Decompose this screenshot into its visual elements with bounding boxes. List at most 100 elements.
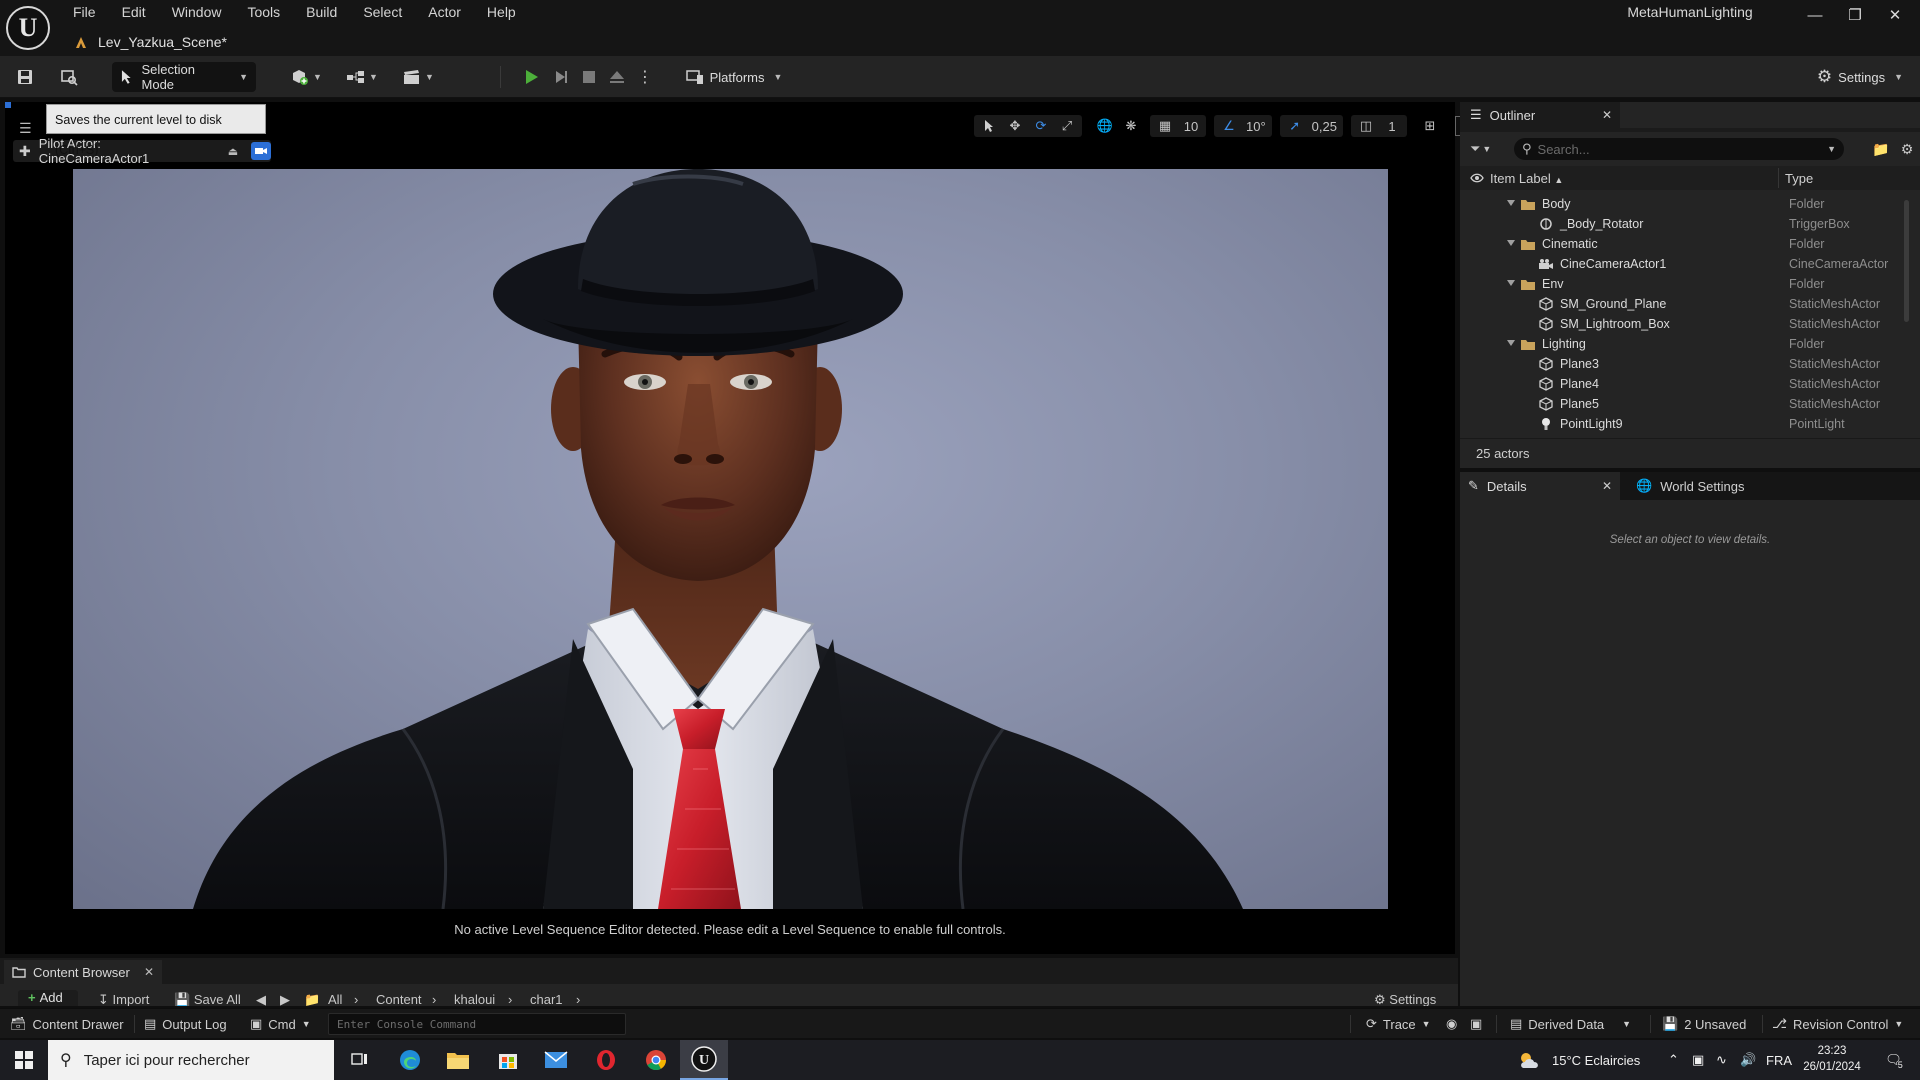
menu-tools[interactable]: Tools: [234, 0, 293, 24]
expand-arrow-icon[interactable]: [1507, 280, 1515, 286]
scale-snap-value[interactable]: 0,25: [1310, 115, 1339, 137]
derived-data-dropdown[interactable]: ▤ Derived Data ▼: [1510, 1009, 1631, 1039]
expand-arrow-icon[interactable]: [1507, 240, 1515, 246]
expand-arrow-icon[interactable]: [1507, 340, 1515, 346]
play-options-icon[interactable]: ⋮: [632, 62, 658, 92]
cmd-dropdown[interactable]: ▣ Cmd ▼: [250, 1009, 311, 1039]
eject-pilot-icon[interactable]: ⏏: [223, 145, 243, 158]
translate-tool-icon[interactable]: ✥: [1004, 115, 1026, 137]
camera-speed-icon[interactable]: ◫: [1355, 115, 1377, 137]
microsoft-store-icon[interactable]: [484, 1040, 532, 1080]
minimize-icon[interactable]: —: [1795, 4, 1835, 28]
restore-icon[interactable]: ❐: [1835, 4, 1875, 28]
rotate-tool-icon[interactable]: ⟳: [1030, 115, 1052, 137]
eject-button[interactable]: [604, 62, 630, 92]
surface-snap-icon[interactable]: ❋: [1120, 115, 1142, 137]
close-icon[interactable]: ✕: [144, 965, 154, 979]
visibility-eye-icon[interactable]: [1470, 171, 1484, 185]
filter-dropdown[interactable]: ⏷ ▼: [1470, 138, 1504, 160]
breadcrumb-content[interactable]: Content: [376, 992, 422, 1006]
close-icon[interactable]: ✕: [1602, 479, 1612, 493]
unreal-engine-taskbar-icon[interactable]: U: [680, 1040, 728, 1080]
outliner-row[interactable]: Plane5 StaticMeshActor: [1460, 394, 1920, 414]
outliner-row[interactable]: Plane4 StaticMeshActor: [1460, 374, 1920, 394]
outliner-row[interactable]: Plane3 StaticMeshActor: [1460, 354, 1920, 374]
menu-file[interactable]: File: [60, 0, 109, 24]
content-browser-tab[interactable]: Content Browser ✕: [4, 960, 162, 984]
tray-device-icon[interactable]: ▣: [1692, 1040, 1704, 1080]
record-icon[interactable]: ◉: [1446, 1009, 1457, 1039]
import-button[interactable]: ↧ Import: [98, 992, 149, 1006]
gear-icon[interactable]: ⚙: [1896, 138, 1918, 160]
world-settings-tab[interactable]: 🌐 World Settings: [1628, 472, 1788, 500]
outliner-row[interactable]: CineCameraActor1 CineCameraActor: [1460, 254, 1920, 274]
settings-dropdown[interactable]: ⚙ Settings ▼: [1812, 62, 1908, 92]
cinematics-button[interactable]: ▼: [398, 62, 438, 92]
add-button[interactable]: + Add: [18, 990, 78, 1006]
content-drawer-button[interactable]: 🗃 Content Drawer: [10, 1009, 124, 1039]
unreal-logo-icon[interactable]: U: [6, 6, 50, 50]
close-window-icon[interactable]: ✕: [1875, 4, 1915, 28]
world-local-icon[interactable]: 🌐: [1094, 115, 1116, 137]
taskbar-clock[interactable]: 23:23 26/01/2024: [1794, 1043, 1870, 1075]
rotation-snap-value[interactable]: 10°: [1244, 115, 1268, 137]
edge-browser-icon[interactable]: [386, 1040, 434, 1080]
platforms-dropdown[interactable]: Platforms ▼: [684, 62, 784, 92]
expand-arrow-icon[interactable]: [1507, 200, 1515, 206]
select-tool-icon[interactable]: [978, 115, 1000, 137]
close-icon[interactable]: ✕: [1602, 108, 1612, 122]
advance-frame-button[interactable]: [548, 62, 574, 92]
output-log-button[interactable]: ▤ Output Log: [144, 1009, 227, 1039]
revision-control-dropdown[interactable]: ⎇ Revision Control ▼: [1772, 1009, 1903, 1039]
task-view-icon[interactable]: [336, 1040, 384, 1080]
grid-snap-value[interactable]: 10: [1180, 115, 1202, 137]
language-indicator[interactable]: FRA: [1766, 1040, 1792, 1080]
details-tab[interactable]: ✎ Details ✕: [1460, 472, 1620, 500]
file-explorer-icon[interactable]: [434, 1040, 482, 1080]
menu-actor[interactable]: Actor: [415, 0, 474, 24]
menu-build[interactable]: Build: [293, 0, 350, 24]
camera-lock-icon[interactable]: [251, 142, 271, 160]
menu-window[interactable]: Window: [159, 0, 235, 24]
scale-snap-icon[interactable]: ➚: [1284, 115, 1306, 137]
save-button[interactable]: [12, 62, 38, 92]
history-forward-icon[interactable]: ▶: [280, 992, 290, 1006]
menu-help[interactable]: Help: [474, 0, 529, 24]
browse-content-button[interactable]: [56, 62, 82, 92]
play-button[interactable]: [518, 62, 544, 92]
windows-start-icon[interactable]: [0, 1040, 48, 1080]
outliner-row[interactable]: Env Folder: [1460, 274, 1920, 294]
chrome-browser-icon[interactable]: [632, 1040, 680, 1080]
chevron-down-icon[interactable]: ▼: [1827, 144, 1836, 154]
outliner-search-input[interactable]: [1537, 141, 1808, 157]
weather-widget[interactable]: 15°C Eclaircies: [1518, 1040, 1640, 1080]
blueprint-button[interactable]: ▼: [342, 62, 382, 92]
taskbar-search[interactable]: ⚲ Taper ici pour rechercher: [48, 1040, 334, 1080]
outliner-tab[interactable]: ☰ Outliner ✕: [1460, 102, 1620, 128]
breadcrumb-khaloui[interactable]: khaloui: [454, 992, 495, 1006]
content-settings-button[interactable]: ⚙ Settings: [1374, 992, 1436, 1006]
type-column[interactable]: Type: [1785, 171, 1813, 186]
menu-edit[interactable]: Edit: [109, 0, 159, 24]
viewport-menu-icon[interactable]: ☰: [19, 120, 39, 140]
column-divider[interactable]: [1778, 168, 1779, 188]
outliner-row[interactable]: Lighting Folder: [1460, 334, 1920, 354]
item-label-column[interactable]: Item Label ▲: [1490, 171, 1563, 186]
scale-tool-icon[interactable]: ⤢: [1056, 115, 1078, 137]
save-all-button[interactable]: 💾 Save All: [174, 992, 241, 1006]
grid-snap-icon[interactable]: ▦: [1154, 115, 1176, 137]
outliner-row[interactable]: Cinematic Folder: [1460, 234, 1920, 254]
stop-button[interactable]: [576, 62, 602, 92]
level-viewport[interactable]: ☰ ✚ Pilot Actor: CineCameraActor1 ⏏ ✥ ⟳ …: [5, 102, 1509, 954]
screenshot-icon[interactable]: ▣: [1470, 1009, 1482, 1039]
breadcrumb-all[interactable]: All: [328, 992, 342, 1006]
level-tab[interactable]: Lev_Yazkua_Scene*: [68, 28, 278, 56]
outliner-row[interactable]: _Body_Rotator TriggerBox: [1460, 214, 1920, 234]
rotation-snap-icon[interactable]: ∠: [1218, 115, 1240, 137]
outliner-row[interactable]: Body Folder: [1460, 194, 1920, 214]
unsaved-button[interactable]: 💾 2 Unsaved: [1662, 1009, 1746, 1039]
add-folder-icon[interactable]: 📁: [1870, 138, 1892, 160]
speaker-icon[interactable]: 🔊: [1740, 1040, 1756, 1080]
outliner-search[interactable]: ⚲ ▼: [1514, 138, 1844, 160]
notification-center[interactable]: 🗨 5: [1878, 1040, 1910, 1080]
